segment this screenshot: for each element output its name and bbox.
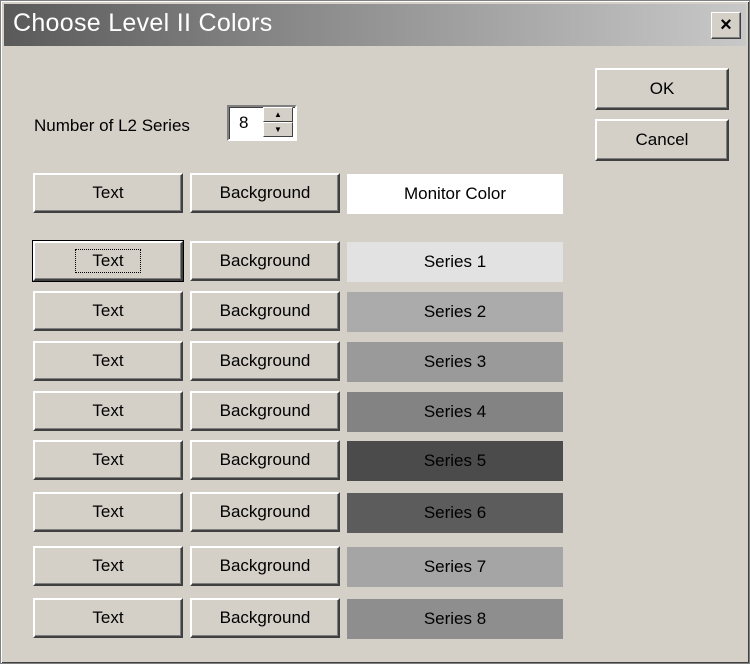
close-icon: × (720, 14, 732, 36)
series-color-swatch: Series 6 (347, 493, 563, 533)
series-color-swatch: Series 2 (347, 292, 563, 332)
series-name: Series 5 (423, 451, 487, 470)
cancel-button[interactable]: Cancel (595, 119, 729, 161)
spin-down-button[interactable]: ▼ (263, 122, 293, 137)
arrow-down-icon: ▼ (274, 124, 282, 134)
series-count-label: Number of L2 Series (34, 116, 190, 135)
series-name: Series 1 (423, 252, 487, 271)
series-name: Series 6 (423, 503, 487, 522)
series-background-button[interactable]: Background (190, 241, 340, 281)
series-background-button[interactable]: Background (190, 440, 340, 480)
series-text-button[interactable]: Text (33, 492, 183, 532)
series-color-swatch: Series 5 (347, 441, 563, 481)
series-count-spinner[interactable]: 8 ▲ ▼ (227, 105, 297, 141)
monitor-text-button[interactable]: Text (33, 173, 183, 213)
monitor-color-swatch: Monitor Color (347, 174, 563, 214)
series-text-button[interactable]: Text (33, 341, 183, 381)
series-background-button[interactable]: Background (190, 291, 340, 331)
series-name: Series 3 (423, 352, 487, 371)
spin-up-button[interactable]: ▲ (263, 107, 293, 122)
series-color-swatch: Series 1 (347, 242, 563, 282)
choose-level2-colors-dialog: Choose Level II Colors × OK Cancel Numbe… (0, 0, 750, 664)
series-color-swatch: Series 8 (347, 599, 563, 639)
series-color-swatch: Series 4 (347, 392, 563, 432)
series-background-button[interactable]: Background (190, 341, 340, 381)
series-text-button[interactable]: Text (33, 598, 183, 638)
series-color-swatch: Series 7 (347, 547, 563, 587)
series-background-button[interactable]: Background (190, 546, 340, 586)
dialog-title: Choose Level II Colors (13, 9, 273, 37)
series-name: Series 4 (423, 402, 487, 421)
arrow-up-icon: ▲ (274, 109, 282, 119)
series-name: Series 2 (423, 302, 487, 321)
close-button[interactable]: × (711, 12, 741, 39)
series-name: Series 8 (423, 609, 487, 628)
series-background-button[interactable]: Background (190, 391, 340, 431)
series-count-value[interactable]: 8 (239, 113, 248, 133)
series-background-button[interactable]: Background (190, 492, 340, 532)
series-text-button[interactable]: Text (32, 240, 184, 282)
ok-button[interactable]: OK (595, 68, 729, 110)
series-background-button[interactable]: Background (190, 598, 340, 638)
series-color-swatch: Series 3 (347, 342, 563, 382)
series-name: Series 7 (423, 557, 487, 576)
monitor-background-button[interactable]: Background (190, 173, 340, 213)
series-text-button[interactable]: Text (33, 546, 183, 586)
series-text-button[interactable]: Text (33, 440, 183, 480)
title-bar[interactable]: Choose Level II Colors × (4, 4, 746, 46)
series-text-button[interactable]: Text (33, 291, 183, 331)
series-text-button[interactable]: Text (33, 391, 183, 431)
